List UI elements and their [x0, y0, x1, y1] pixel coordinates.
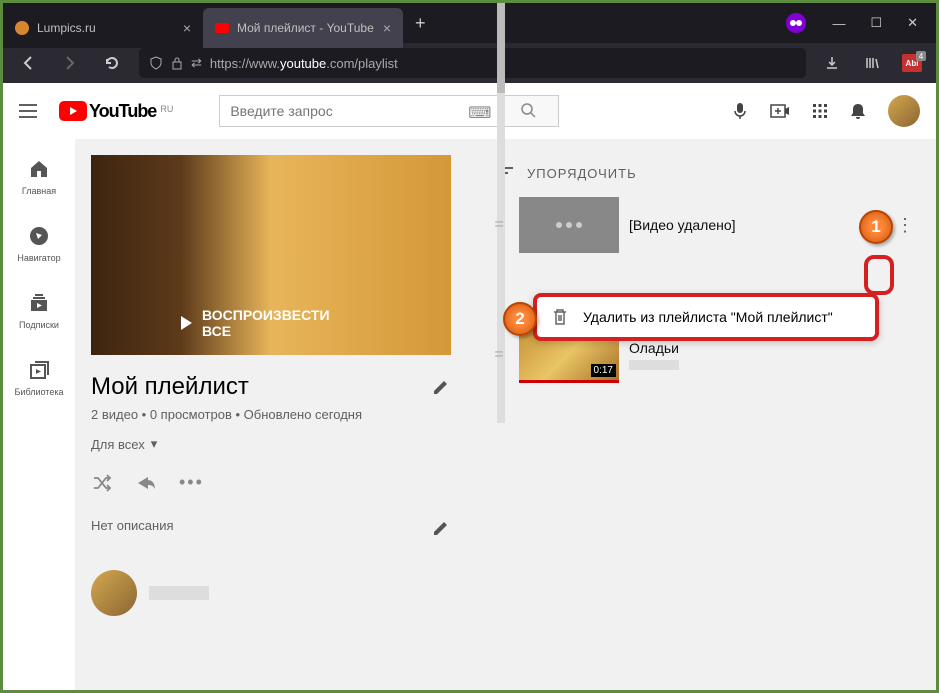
incognito-icon — [786, 13, 806, 33]
edit-description-icon[interactable] — [431, 518, 451, 538]
playlist-meta: 2 видео • 0 просмотров • Обновлено сегод… — [91, 407, 451, 422]
play-icon — [181, 316, 192, 330]
url-text: https://www.youtube.com/playlist — [210, 56, 398, 71]
compass-icon — [27, 224, 51, 248]
youtube-body: Главная Навигатор Подписки Библиотека — [3, 139, 936, 690]
playlist-title-row: Мой плейлист — [91, 355, 451, 407]
browser-titlebar: Lumpics.ru × Мой плейлист - YouTube × + … — [3, 3, 936, 43]
privacy-dropdown[interactable]: Для всех ▾ — [91, 422, 469, 466]
reload-button[interactable] — [97, 48, 127, 78]
playlist-hero[interactable]: ВОСПРОИЗВЕСТИ ВСЕ — [91, 155, 451, 355]
highlight-marker — [864, 255, 894, 295]
video-menu-button[interactable]: ⋮ — [894, 209, 916, 242]
context-menu: Удалить из плейлиста "Мой плейлист" — [533, 293, 879, 341]
notifications-icon[interactable] — [850, 102, 866, 120]
sidebar-item-label: Главная — [22, 186, 56, 196]
youtube-wordmark: YouTube — [89, 101, 156, 122]
extension-icon[interactable]: Abi4 — [898, 54, 926, 72]
more-button[interactable]: ••• — [179, 472, 204, 494]
search-form: ⌨ — [219, 95, 559, 127]
video-thumbnail — [519, 197, 619, 253]
favicon-lumpics — [15, 21, 29, 35]
home-icon — [27, 157, 51, 181]
search-input[interactable] — [219, 95, 499, 127]
play-all-button[interactable]: ВОСПРОИЗВЕСТИ ВСЕ — [181, 307, 361, 339]
locale-badge: RU — [160, 104, 173, 114]
playlist-owner — [91, 556, 469, 630]
create-icon[interactable] — [770, 103, 790, 119]
video-title: Оладьи — [629, 340, 679, 356]
youtube-header: YouTube RU ⌨ — [3, 83, 936, 139]
playlist-info: ВОСПРОИЗВЕСТИ ВСЕ Мой плейлист 2 видео •… — [91, 155, 469, 690]
trash-icon — [551, 307, 569, 327]
sidebar-item-library[interactable]: Библиотека — [3, 344, 75, 411]
youtube-logo[interactable]: YouTube RU — [59, 101, 173, 122]
shuffle-button[interactable] — [91, 472, 113, 494]
header-actions — [732, 95, 920, 127]
owner-name — [149, 586, 209, 600]
tab-label: Мой плейлист - YouTube — [237, 21, 374, 35]
forward-button[interactable] — [55, 48, 85, 78]
lock-icon — [171, 56, 183, 70]
library-icon — [27, 358, 51, 382]
maximize-button[interactable]: ☐ — [870, 15, 882, 31]
library-icon[interactable] — [858, 55, 886, 71]
minimize-button[interactable]: — — [832, 16, 845, 31]
close-icon[interactable]: × — [383, 20, 391, 36]
share-button[interactable] — [135, 472, 157, 494]
tab-youtube[interactable]: Мой плейлист - YouTube × — [203, 8, 403, 48]
tab-strip: Lumpics.ru × Мой плейлист - YouTube × + — [3, 3, 786, 43]
video-title: [Видео удалено] — [629, 217, 736, 233]
avatar[interactable] — [888, 95, 920, 127]
playlist-description: Нет описания — [91, 518, 174, 538]
youtube-icon — [59, 101, 87, 121]
sidebar-item-label: Навигатор — [17, 253, 60, 263]
mic-icon[interactable] — [732, 101, 748, 121]
menu-item-delete[interactable]: Удалить из плейлиста "Мой плейлист" — [583, 309, 833, 325]
tab-lumpics[interactable]: Lumpics.ru × — [3, 8, 203, 48]
page-content: YouTube RU ⌨ — [3, 83, 936, 690]
sidebar-item-home[interactable]: Главная — [3, 143, 75, 210]
address-bar[interactable]: ⇄ https://www.youtube.com/playlist — [139, 48, 806, 78]
sidebar-item-label: Подписки — [19, 320, 59, 330]
sidebar-item-subscriptions[interactable]: Подписки — [3, 277, 75, 344]
playlist-title: Мой плейлист — [91, 373, 249, 401]
video-duration: 0:17 — [591, 364, 616, 377]
subscriptions-icon — [27, 291, 51, 315]
new-tab-button[interactable]: + — [403, 3, 438, 43]
callout-2: 2 — [503, 302, 537, 336]
browser-toolbar: ⇄ https://www.youtube.com/playlist Abi4 … — [3, 43, 936, 83]
playlist-actions: ••• — [91, 466, 469, 500]
edit-title-icon[interactable] — [431, 377, 451, 397]
callout-1: 1 — [859, 210, 893, 244]
close-icon[interactable]: × — [183, 20, 191, 36]
apps-icon[interactable] — [812, 103, 828, 119]
favicon-youtube — [215, 23, 229, 33]
keyboard-icon[interactable]: ⌨ — [468, 103, 491, 123]
video-channel — [629, 360, 679, 370]
menu-icon[interactable] — [19, 99, 43, 123]
sidebar-item-explore[interactable]: Навигатор — [3, 210, 75, 277]
shield-icon — [149, 56, 163, 70]
close-button[interactable]: ✕ — [907, 15, 918, 31]
drag-handle-icon[interactable]: = — [489, 216, 509, 234]
back-button[interactable] — [13, 48, 43, 78]
sort-button[interactable]: УПОРЯДОЧИТЬ — [479, 155, 926, 191]
settings-icon: ⇄ — [191, 55, 202, 71]
window-controls: — ☐ ✕ — [814, 15, 936, 31]
sidebar: Главная Навигатор Подписки Библиотека — [3, 139, 75, 690]
playlist-description-row: Нет описания — [91, 500, 451, 556]
drag-handle-icon[interactable]: = — [489, 346, 509, 364]
tab-label: Lumpics.ru — [37, 21, 96, 35]
download-icon[interactable] — [818, 55, 846, 71]
owner-avatar[interactable] — [91, 570, 137, 616]
sidebar-item-label: Библиотека — [15, 387, 64, 397]
search-button[interactable] — [499, 95, 559, 127]
chevron-down-icon: ▾ — [151, 436, 158, 452]
main-content: ВОСПРОИЗВЕСТИ ВСЕ Мой плейлист 2 видео •… — [75, 139, 936, 690]
